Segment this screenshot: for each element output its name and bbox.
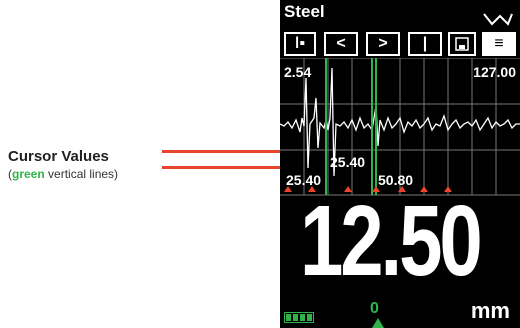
thickness-reading: 12.50 xyxy=(300,185,483,297)
battery-icon xyxy=(284,312,314,323)
save-icon xyxy=(455,37,469,51)
cursor-icon: | xyxy=(422,35,428,52)
callout-title: Cursor Values xyxy=(8,148,109,165)
probe-zero-icon: 0 xyxy=(370,300,379,317)
toolbar-gate-button[interactable]: ǀ▪ xyxy=(284,32,316,56)
callout: Cursor Values (green vertical lines) xyxy=(8,148,118,182)
toolbar-prev-button[interactable]: < xyxy=(324,32,358,56)
gate-icon: ǀ▪ xyxy=(294,35,306,52)
menu-icon: ≡ xyxy=(494,35,504,52)
toolbar-next-button[interactable]: > xyxy=(366,32,400,56)
callout-subtitle: (green vertical lines) xyxy=(8,166,118,182)
unit-label: mm xyxy=(470,298,510,323)
material-label: Steel xyxy=(284,2,325,21)
chevron-left-icon: < xyxy=(336,35,346,52)
range-start-label: 2.54 xyxy=(284,64,312,80)
toolbar-save-button[interactable] xyxy=(448,32,476,56)
toolbar-menu-button[interactable]: ≡ xyxy=(482,32,516,56)
probe-marker-icon xyxy=(372,318,384,328)
cursor-value-label-1: 25.40 xyxy=(330,154,366,170)
range-end-label: 127.00 xyxy=(473,64,516,80)
gauge-screen: Steel ǀ▪ < > | ≡ 2.54 127.00 25.40 25.40… xyxy=(280,0,520,328)
callout-rest: vertical lines) xyxy=(44,167,119,181)
toolbar-cursor-button[interactable]: | xyxy=(408,32,442,56)
green-word: green xyxy=(12,167,45,181)
chevron-right-icon: > xyxy=(378,35,388,52)
signal-icon xyxy=(483,13,513,26)
